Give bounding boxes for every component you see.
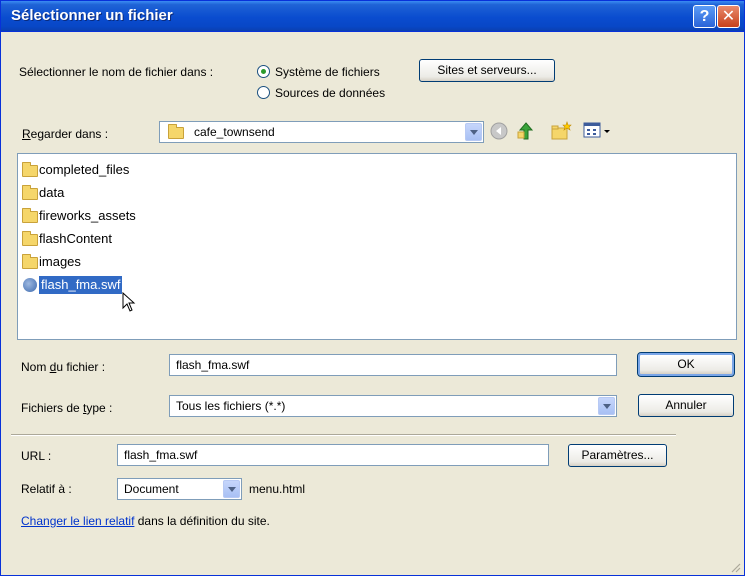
filetype-value: Tous les fichiers (*.*) [176,399,286,413]
chevron-down-icon[interactable] [598,397,615,415]
folder-icon [22,185,38,200]
view-menu-icon[interactable] [583,122,613,140]
relative-select[interactable]: Document [117,478,242,500]
radio-filesystem-label[interactable]: Système de fichiers [275,65,380,79]
file-list[interactable]: completed_files data fireworks_assets fl… [17,153,737,340]
file-name: flash_fma.swf [39,276,123,294]
back-icon[interactable] [490,122,508,140]
change-link-line: Changer le lien relatif dans la définiti… [21,514,270,528]
change-link-rest: dans la définition du site. [134,514,270,528]
radio-datasources-label[interactable]: Sources de données [275,86,385,100]
file-dialog: Sélectionner un fichier ? ✕ Sélectionner… [0,0,745,576]
folder-icon [22,162,38,177]
mouse-cursor-icon [122,292,136,312]
url-input[interactable]: flash_fma.swf [117,444,549,466]
filetype-select[interactable]: Tous les fichiers (*.*) [169,395,617,417]
swf-file-icon [23,278,37,292]
sites-servers-button[interactable]: Sites et serveurs... [419,59,555,82]
close-button[interactable]: ✕ [717,5,740,28]
radio-datasources[interactable] [257,86,270,99]
new-folder-icon[interactable] [550,121,572,141]
look-in-label: Regarder dans : [22,127,109,141]
relative-value: Document [124,482,179,496]
help-button[interactable]: ? [693,5,716,28]
title-bar[interactable]: Sélectionner un fichier ? ✕ [1,1,744,32]
select-source-label: Sélectionner le nom de fichier dans : [19,65,214,79]
parameters-button[interactable]: Paramètres... [568,444,667,467]
folder-icon [22,208,38,223]
change-relative-link[interactable]: Changer le lien relatif [21,514,134,528]
file-name: completed_files [39,162,130,177]
folder-icon [22,254,38,269]
file-name: images [39,254,81,269]
up-folder-icon[interactable] [516,121,536,141]
dialog-title: Sélectionner un fichier [11,7,173,24]
relative-file: menu.html [249,482,306,496]
cancel-button[interactable]: Annuler [638,394,734,417]
look-in-value: cafe_townsend [194,125,275,139]
filename-label: Nom du fichier : [21,360,106,374]
folder-icon [168,124,184,139]
relative-label: Relatif à : [21,482,72,496]
divider [11,434,676,436]
chevron-down-icon[interactable] [465,123,482,141]
folder-icon [22,231,38,246]
filetype-label: Fichiers de type : [21,401,113,415]
chevron-down-icon[interactable] [223,480,240,498]
ok-button[interactable]: OK [637,352,735,377]
radio-filesystem[interactable] [257,65,270,78]
look-in-combo[interactable]: cafe_townsend [159,121,484,143]
file-name: data [39,185,65,200]
resize-grip-icon[interactable] [729,561,741,573]
filename-input[interactable]: flash_fma.swf [169,354,617,376]
url-label: URL : [21,449,52,463]
file-name: fireworks_assets [39,208,136,223]
file-name: flashContent [39,231,112,246]
